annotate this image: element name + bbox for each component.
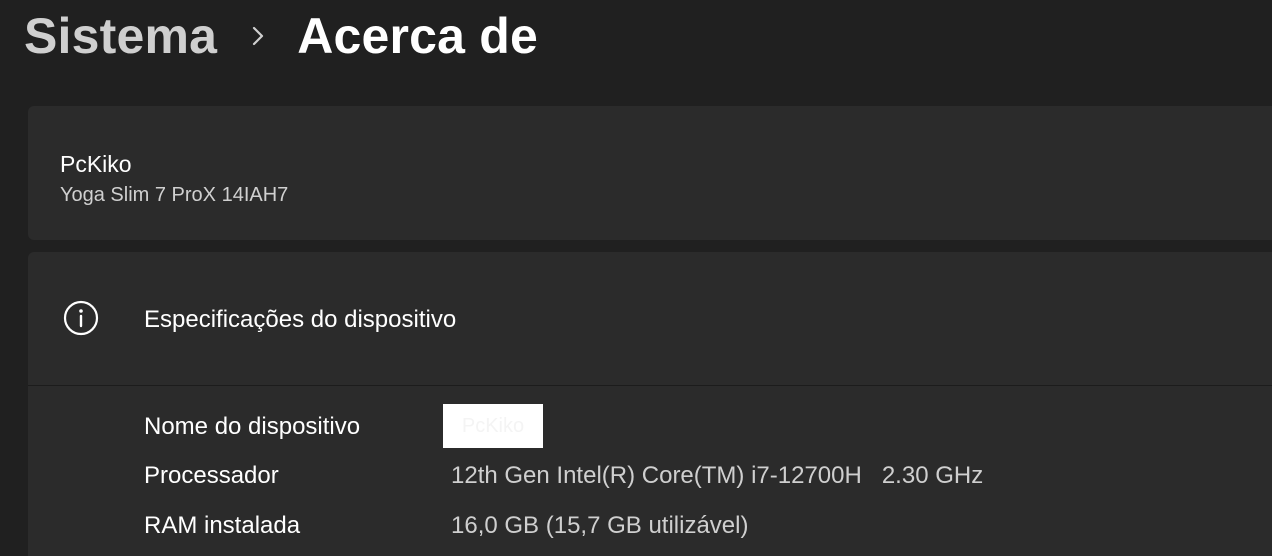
breadcrumb: Sistema Acerca de	[24, 0, 538, 72]
spec-label: Nome do dispositivo	[144, 413, 361, 440]
spec-row-ram: RAM instalada 16,0 GB (15,7 GB utilizáve…	[144, 506, 1244, 546]
spec-label: RAM instalada	[144, 512, 301, 539]
device-specifications-card: Especificações do dispositivo Nome do di…	[28, 252, 1272, 556]
breadcrumb-parent-link[interactable]: Sistema	[24, 7, 217, 65]
device-specifications-title: Especificações do dispositivo	[144, 306, 457, 333]
info-icon	[62, 299, 100, 337]
chevron-right-icon	[251, 25, 265, 47]
device-card[interactable]: PcKiko Yoga Slim 7 ProX 14IAH7	[28, 106, 1272, 240]
spec-row-device-name: Nome do dispositivo	[144, 407, 1244, 447]
about-page: Sistema Acerca de PcKiko Yoga Slim 7 Pro…	[0, 0, 1272, 556]
device-specifications-header[interactable]: Especificações do dispositivo	[28, 252, 1272, 386]
device-model: Yoga Slim 7 ProX 14IAH7	[60, 184, 289, 206]
spec-value: 16,0 GB (15,7 GB utilizável)	[451, 512, 749, 539]
spec-value: 12th Gen Intel(R) Core(TM) i7-12700H 2.3…	[451, 462, 984, 489]
spec-row-processor: Processador 12th Gen Intel(R) Core(TM) i…	[144, 456, 1244, 496]
spec-label: Processador	[144, 462, 279, 489]
device-name-value-redacted: PcKiko	[443, 404, 543, 448]
device-name: PcKiko	[60, 151, 132, 177]
page-title: Acerca de	[297, 8, 539, 64]
